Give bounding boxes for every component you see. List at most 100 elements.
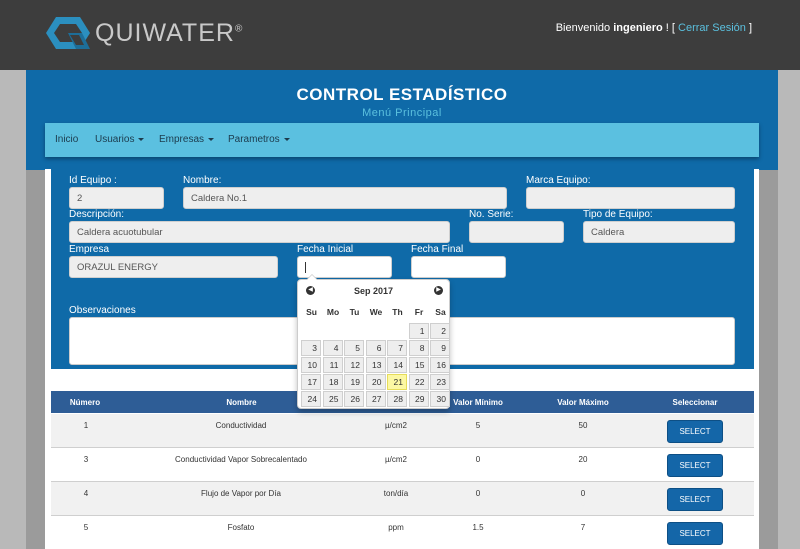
- datepicker-day[interactable]: 9: [430, 340, 450, 356]
- datepicker-day[interactable]: 26: [344, 391, 364, 407]
- col-valor-minimo: Valor Mínimo: [453, 398, 503, 407]
- cell-nombre: Fosfato: [227, 523, 255, 532]
- datepicker-day[interactable]: 3: [301, 340, 321, 356]
- table-row: 5 Fosfato ppm 1.5 7 SELECT: [51, 516, 754, 549]
- empresa-field[interactable]: ORAZUL ENERGY: [69, 256, 278, 278]
- cell-nombre: Flujo de Vapor por Día: [201, 489, 281, 498]
- nav-item-empresas[interactable]: Empresas: [159, 134, 215, 145]
- welcome-suffix: ! [: [665, 22, 675, 34]
- weekday-header: Tu: [349, 307, 360, 317]
- page-title: CONTROL ESTADÍSTICO: [296, 85, 508, 104]
- cell-numero: 5: [83, 523, 89, 532]
- nombre-field[interactable]: Caldera No.1: [183, 187, 507, 209]
- marca-field[interactable]: [526, 187, 735, 209]
- nav-item-parametros[interactable]: Parametros: [228, 134, 290, 145]
- datepicker-day[interactable]: 7: [387, 340, 407, 356]
- descripcion-field[interactable]: Caldera acuotubular: [69, 221, 450, 243]
- table-row: 4 Flujo de Vapor por Día ton/día 0 0 SEL…: [51, 482, 754, 516]
- datepicker-day[interactable]: 18: [322, 374, 343, 390]
- datepicker-day-today[interactable]: 21: [387, 374, 407, 390]
- cell-nombre: Conductividad Vapor Sobrecalentado: [175, 455, 307, 464]
- text-cursor: [305, 262, 306, 273]
- cell-numero: 1: [83, 421, 89, 430]
- chevron-left-icon[interactable]: ◀: [306, 286, 315, 295]
- weekday-header: Su: [306, 307, 317, 317]
- select-button[interactable]: SELECT: [667, 522, 723, 545]
- weekday-header: Sa: [435, 307, 446, 317]
- datepicker-day[interactable]: 16: [430, 357, 450, 373]
- fecha-inicial-label: Fecha Inicial: [297, 244, 354, 255]
- datepicker-day[interactable]: 24: [301, 391, 321, 407]
- chevron-right-icon[interactable]: ▶: [434, 286, 443, 295]
- datepicker-day[interactable]: 8: [408, 340, 429, 356]
- datepicker-day[interactable]: 30: [430, 391, 450, 407]
- tipo-field[interactable]: Caldera: [583, 221, 735, 243]
- username: ingeniero: [613, 22, 663, 34]
- fecha-final-label: Fecha Final: [411, 244, 464, 255]
- datepicker: Sep 2017 ◀ ▶ Su Mo Tu We Th Fr Sa 1 2 3 4 5 6 7 8 9 10 1…: [297, 274, 450, 409]
- datepicker-day[interactable]: 5: [344, 340, 364, 356]
- cell-max: 0: [580, 489, 586, 498]
- col-numero: Número: [69, 398, 101, 407]
- cell-numero: 3: [83, 455, 89, 464]
- caret-down-icon: [208, 137, 215, 141]
- datepicker-day[interactable]: 29: [408, 391, 429, 407]
- top-bar: QUIWATER® Bienvenido ingeniero ! [ Cerra…: [0, 0, 800, 70]
- nav-item-usuarios[interactable]: Usuarios: [95, 134, 145, 145]
- logout-link[interactable]: Cerrar Sesión: [678, 22, 746, 34]
- datepicker-day[interactable]: 4: [322, 340, 343, 356]
- datepicker-day[interactable]: 2: [430, 323, 450, 339]
- datepicker-day[interactable]: 17: [301, 374, 321, 390]
- datepicker-day[interactable]: 22: [408, 374, 429, 390]
- logo[interactable]: QUIWATER®: [46, 15, 243, 51]
- datepicker-month[interactable]: Sep 2017: [298, 286, 449, 296]
- left-gutter: [0, 70, 26, 549]
- datepicker-day[interactable]: 14: [387, 357, 407, 373]
- datepicker-day[interactable]: 28: [387, 391, 407, 407]
- user-area: Bienvenido ingeniero ! [ Cerrar Sesión ]: [556, 22, 752, 34]
- datepicker-day[interactable]: 23: [430, 374, 450, 390]
- datepicker-day[interactable]: 1: [408, 323, 429, 339]
- datepicker-day[interactable]: 20: [365, 374, 386, 390]
- datepicker-day[interactable]: 27: [365, 391, 386, 407]
- datepicker-day[interactable]: 19: [344, 374, 364, 390]
- cell-nombre: Conductividad: [215, 421, 267, 430]
- cell-numero: 4: [83, 489, 89, 498]
- select-button[interactable]: SELECT: [667, 454, 723, 477]
- cell-max: 50: [578, 421, 588, 430]
- datepicker-day[interactable]: 12: [344, 357, 364, 373]
- datepicker-day[interactable]: 25: [322, 391, 343, 407]
- datepicker-day[interactable]: 6: [365, 340, 386, 356]
- quiwater-logo-icon: [46, 17, 90, 49]
- weekday-header: Fr: [414, 307, 424, 317]
- select-button[interactable]: SELECT: [667, 420, 723, 443]
- cell-min: 0: [475, 489, 481, 498]
- nombre-label: Nombre:: [183, 175, 222, 186]
- serie-field[interactable]: [469, 221, 564, 243]
- marca-label: Marca Equipo:: [526, 175, 591, 186]
- cell-unidad: µ/cm2: [385, 455, 407, 464]
- cell-max: 20: [578, 455, 588, 464]
- cell-min: 0: [475, 455, 481, 464]
- page-subtitle: Menú Principal: [362, 107, 442, 119]
- id-equipo-field[interactable]: 2: [69, 187, 164, 209]
- serie-label: No. Serie:: [469, 209, 514, 220]
- caret-down-icon: [283, 137, 290, 141]
- col-valor-maximo: Valor Máximo: [557, 398, 609, 407]
- nav-item-inicio[interactable]: Inicio: [55, 134, 78, 145]
- datepicker-day[interactable]: 13: [365, 357, 386, 373]
- datepicker-day[interactable]: 11: [322, 357, 343, 373]
- right-gutter: [778, 70, 800, 549]
- fecha-final-field[interactable]: [411, 256, 506, 278]
- main-navbar: Inicio Usuarios Empresas Parametros: [45, 123, 759, 157]
- caret-down-icon: [138, 137, 145, 141]
- select-button[interactable]: SELECT: [667, 488, 723, 511]
- col-seleccionar: Seleccionar: [672, 398, 718, 407]
- table-row: 3 Conductividad Vapor Sobrecalentado µ/c…: [51, 448, 754, 482]
- cell-unidad: ton/día: [383, 489, 409, 498]
- welcome-prefix: Bienvenido: [555, 22, 611, 34]
- datepicker-day[interactable]: 10: [301, 357, 321, 373]
- datepicker-day[interactable]: 15: [408, 357, 429, 373]
- weekday-header: Th: [392, 307, 403, 317]
- weekday-header: Mo: [326, 307, 340, 317]
